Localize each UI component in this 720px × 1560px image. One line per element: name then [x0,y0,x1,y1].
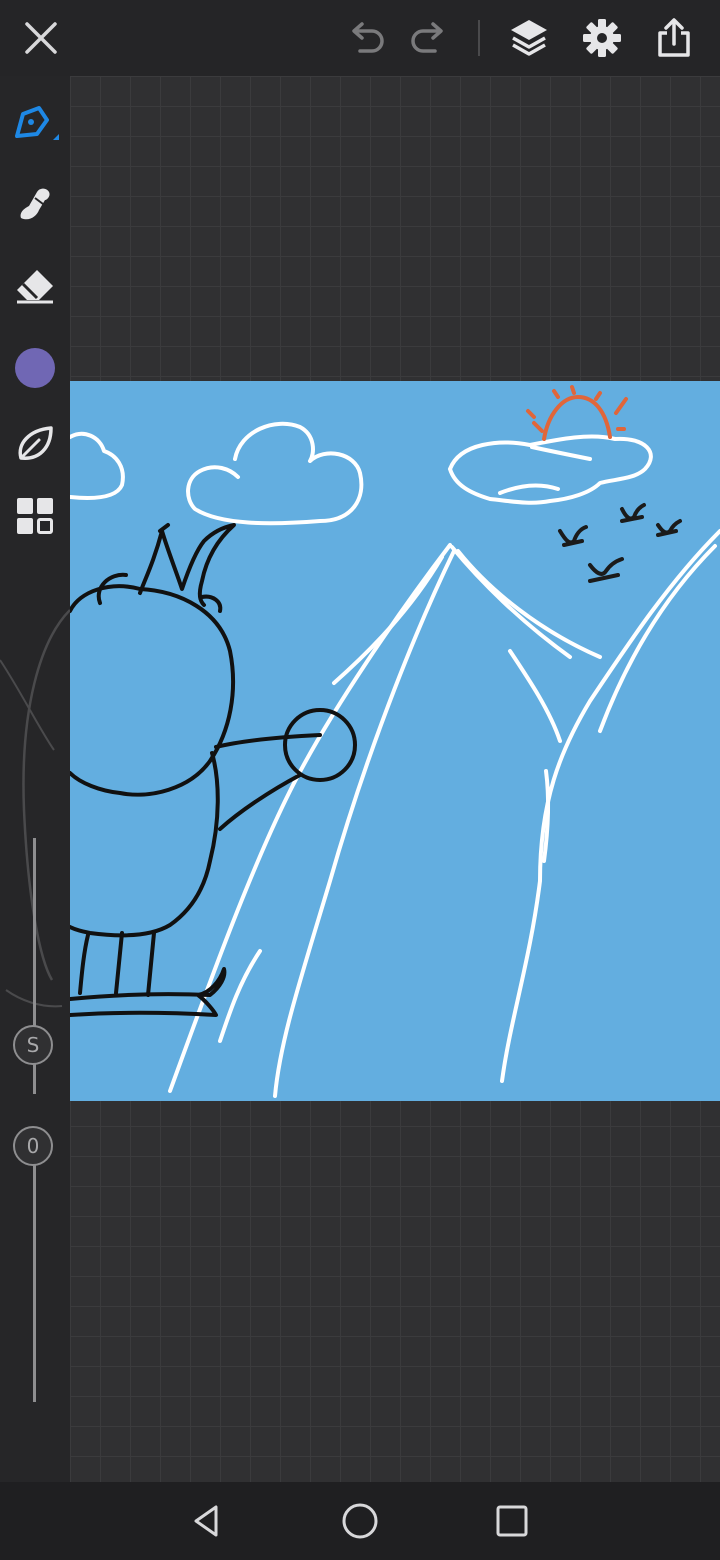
undo-button[interactable] [341,14,389,62]
brush-icon [15,106,59,140]
undo-icon [352,22,384,53]
export-button[interactable] [650,14,698,62]
close-button[interactable] [17,14,65,62]
smudge-icon [20,188,50,220]
gear-icon [583,19,621,57]
opacity-slider-track[interactable] [33,1130,36,1402]
liquify-tool-button[interactable] [11,420,59,468]
share-icon [658,18,690,57]
size-slider-label: S [26,1033,40,1057]
brush-tool-button[interactable] [11,100,59,148]
gallery-button[interactable] [11,492,59,540]
opacity-slider-label: 0 [26,1134,40,1158]
smudge-tool-button[interactable] [11,180,59,228]
back-triangle-icon [194,1505,218,1537]
layers-button[interactable] [505,14,553,62]
redo-button[interactable] [406,14,454,62]
nav-home-button[interactable] [336,1497,384,1545]
opacity-slider-handle[interactable]: 0 [13,1126,53,1166]
toolbar-divider [478,20,480,56]
eraser-icon [17,270,53,304]
grid-icon [17,498,53,534]
color-picker-button[interactable] [11,344,59,392]
close-icon [25,22,57,54]
system-nav-bar [0,1482,720,1560]
recents-square-icon [496,1505,528,1537]
layers-icon [511,20,547,56]
eraser-tool-button[interactable] [11,262,59,310]
redo-icon [411,22,443,53]
color-swatch [15,348,55,388]
leaf-icon [18,426,53,460]
nav-recents-button[interactable] [488,1497,536,1545]
top-toolbar [0,0,720,76]
nav-back-button[interactable] [182,1497,230,1545]
settings-button[interactable] [578,14,626,62]
drawing-canvas[interactable] [70,381,720,1101]
home-circle-icon [342,1503,378,1539]
brush-size-slider-handle[interactable]: S [13,1025,53,1065]
